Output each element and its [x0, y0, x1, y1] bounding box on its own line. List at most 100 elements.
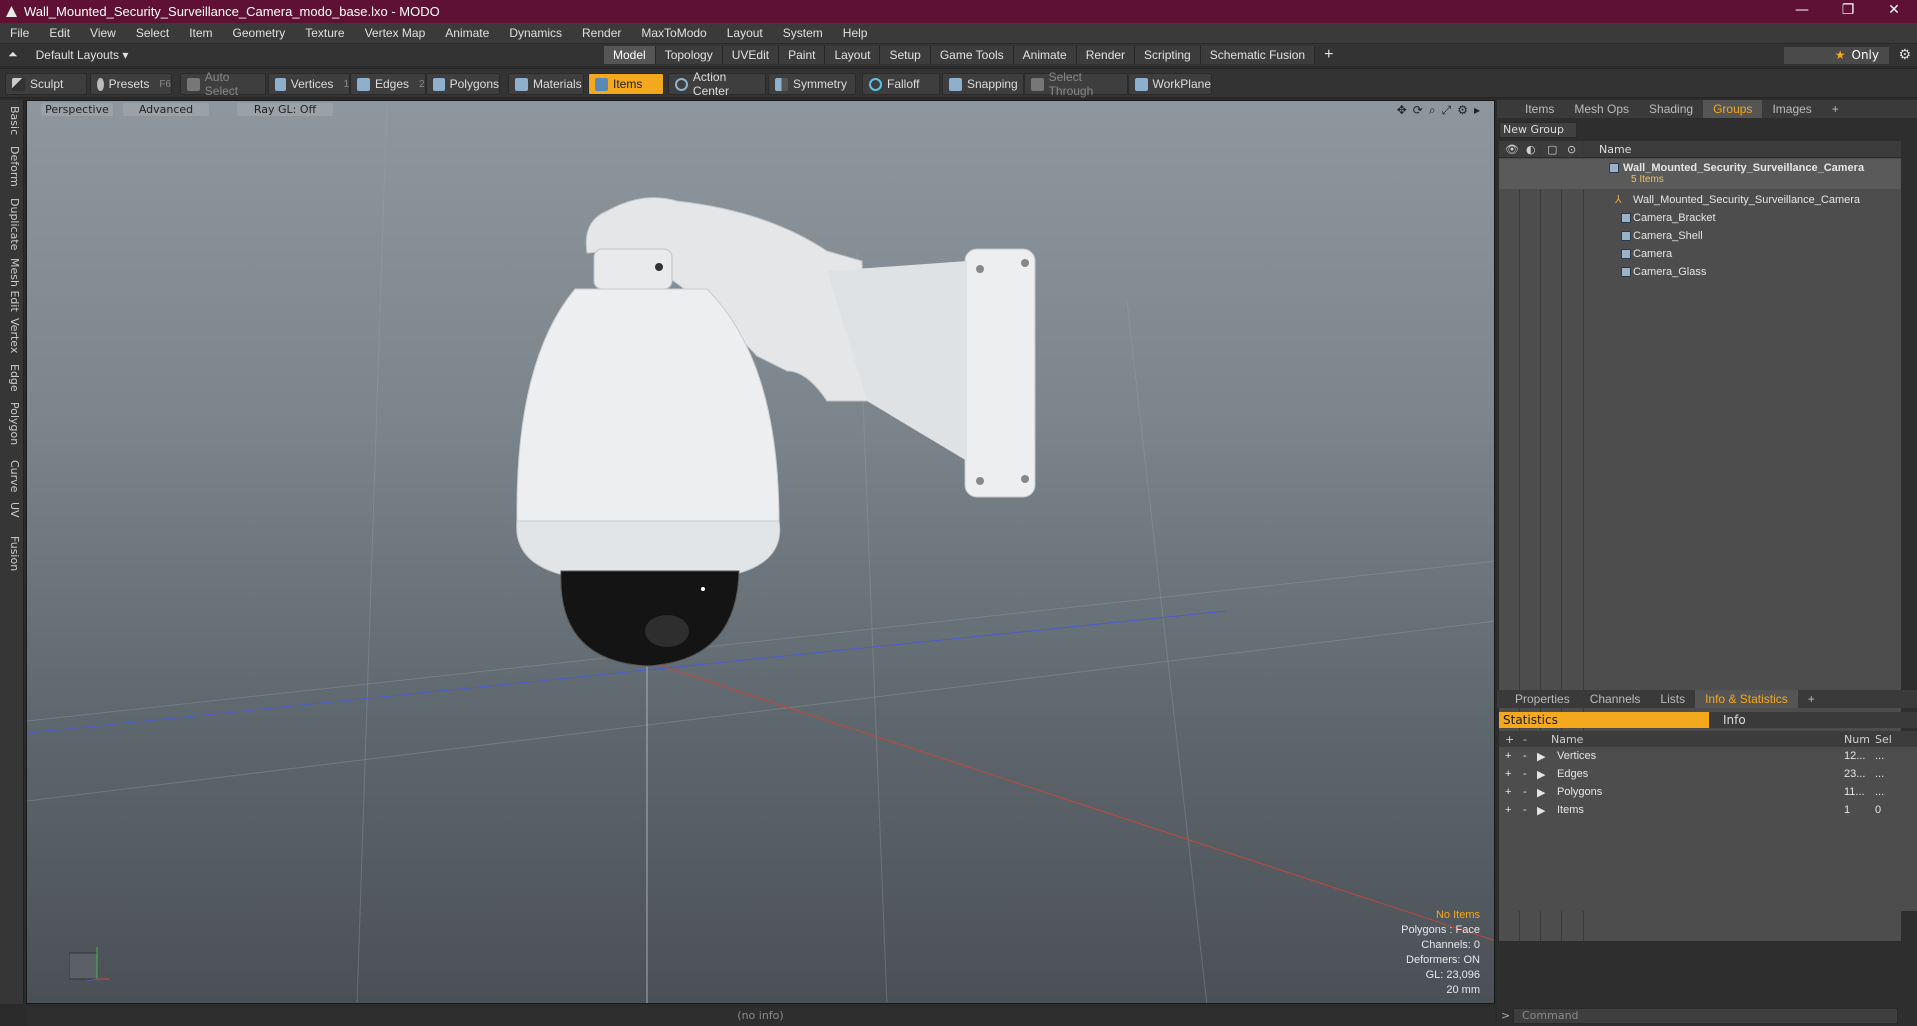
- vtab-polygon[interactable]: Polygon: [3, 402, 21, 445]
- tab-topology[interactable]: Topology: [655, 46, 723, 64]
- vtab-deform[interactable]: Deform: [3, 146, 21, 187]
- menu-render[interactable]: Render: [572, 26, 631, 40]
- 3d-viewport[interactable]: Perspective Advanced Ray GL: Off ✥ ⟳ ⌕ ⤢…: [26, 100, 1495, 1004]
- maximize-button[interactable]: ❐: [1825, 0, 1871, 23]
- add-icon[interactable]: +: [1505, 786, 1511, 798]
- edges-button[interactable]: Edges 2: [350, 73, 426, 95]
- fit-view-icon[interactable]: ⤢: [1442, 103, 1452, 118]
- vtab-basic[interactable]: Basic: [3, 106, 21, 135]
- vtab-duplicate[interactable]: Duplicate: [3, 198, 21, 250]
- menu-texture[interactable]: Texture: [295, 26, 354, 40]
- close-button[interactable]: ✕: [1871, 0, 1917, 23]
- add-tab-button[interactable]: +: [1315, 46, 1342, 64]
- add-icon[interactable]: +: [1505, 768, 1511, 780]
- tree-row-camera[interactable]: Camera: [1499, 245, 1901, 263]
- rotate-view-icon[interactable]: ⟳: [1413, 103, 1423, 118]
- menu-layout[interactable]: Layout: [717, 26, 773, 40]
- stat-row-vertices[interactable]: + - ▶ Vertices 12... ...: [1499, 748, 1917, 766]
- tab-animate[interactable]: Animate: [1013, 46, 1077, 64]
- tab-images[interactable]: Images: [1762, 100, 1821, 118]
- visibility-icon[interactable]: 👁: [1505, 143, 1519, 156]
- remove-icon[interactable]: -: [1523, 804, 1527, 816]
- vertices-button[interactable]: Vertices 1: [268, 73, 350, 95]
- falloff-button[interactable]: Falloff: [862, 73, 940, 95]
- collapse-icon[interactable]: ⏶: [8, 47, 18, 62]
- tree-row-locator[interactable]: ⅄ Wall_Mounted_Security_Surveillance_Cam…: [1499, 191, 1901, 209]
- tab-info-statistics[interactable]: Info & Statistics: [1695, 690, 1798, 708]
- lock-icon[interactable]: ▢: [1547, 143, 1557, 156]
- add-icon[interactable]: +: [1505, 804, 1511, 816]
- stat-row-items[interactable]: + - ▶ Items 1 0: [1499, 802, 1917, 820]
- materials-button[interactable]: Materials: [508, 73, 584, 95]
- remove-icon[interactable]: -: [1523, 768, 1527, 780]
- expand-icon[interactable]: ▶: [1537, 750, 1545, 763]
- tree-row-root[interactable]: Wall_Mounted_Security_Surveillance_Camer…: [1499, 159, 1901, 189]
- menu-vertex-map[interactable]: Vertex Map: [355, 26, 436, 40]
- stat-row-edges[interactable]: + - ▶ Edges 23... ...: [1499, 766, 1917, 784]
- menu-geometry[interactable]: Geometry: [223, 26, 296, 40]
- gear-icon[interactable]: ⚙: [1898, 47, 1911, 63]
- tab-game-tools[interactable]: Game Tools: [930, 46, 1014, 64]
- tab-setup[interactable]: Setup: [880, 46, 931, 64]
- remove-icon[interactable]: -: [1523, 786, 1527, 798]
- sculpt-button[interactable]: Sculpt: [5, 73, 87, 95]
- action-center-button[interactable]: Action Center: [668, 70, 766, 98]
- command-input[interactable]: Command: [1513, 1008, 1898, 1024]
- move-view-icon[interactable]: ✥: [1397, 103, 1407, 118]
- remove-stat-icon[interactable]: -: [1523, 733, 1527, 746]
- items-button[interactable]: Items: [588, 73, 664, 95]
- menu-edit[interactable]: Edit: [39, 26, 80, 40]
- new-group-button[interactable]: New Group: [1499, 122, 1577, 138]
- tree-row-camera-shell[interactable]: Camera_Shell: [1499, 227, 1901, 245]
- viewport-gear-icon[interactable]: ⚙: [1457, 103, 1468, 118]
- presets-button[interactable]: Presets F6: [90, 73, 172, 95]
- menu-view[interactable]: View: [80, 26, 126, 40]
- statistics-tab[interactable]: Statistics: [1499, 712, 1709, 728]
- view-mode-button[interactable]: Advanced: [123, 103, 209, 116]
- symmetry-button[interactable]: Symmetry: [768, 73, 856, 95]
- menu-system[interactable]: System: [773, 26, 833, 40]
- expand-icon[interactable]: ▶: [1537, 804, 1545, 817]
- snapping-button[interactable]: Snapping: [942, 73, 1024, 95]
- menu-maxtomodo[interactable]: MaxToModo: [631, 26, 716, 40]
- viewport-menu-icon[interactable]: ▸: [1474, 103, 1480, 118]
- raygl-button[interactable]: Ray GL: Off: [237, 103, 333, 116]
- tab-render[interactable]: Render: [1076, 46, 1136, 64]
- view-perspective-button[interactable]: Perspective: [41, 103, 113, 116]
- tab-shading[interactable]: Shading: [1639, 100, 1703, 118]
- tab-lists[interactable]: Lists: [1650, 690, 1695, 708]
- menu-file[interactable]: File: [0, 26, 39, 40]
- layouts-dropdown[interactable]: Default Layouts ▾: [36, 48, 129, 62]
- tab-layout[interactable]: Layout: [825, 46, 881, 64]
- expand-icon[interactable]: ▶: [1537, 768, 1545, 781]
- vtab-curve[interactable]: Curve: [3, 460, 21, 492]
- vtab-vertex[interactable]: Vertex: [3, 318, 21, 353]
- vtab-mesh-edit[interactable]: Mesh Edit: [3, 258, 21, 312]
- expand-icon[interactable]: ▶: [1537, 786, 1545, 799]
- tree-row-camera-glass[interactable]: Camera_Glass: [1499, 263, 1901, 281]
- tab-properties[interactable]: Properties: [1505, 690, 1580, 708]
- tab-scripting[interactable]: Scripting: [1135, 46, 1201, 64]
- add-icon[interactable]: +: [1505, 750, 1511, 762]
- minimize-button[interactable]: —: [1779, 0, 1825, 23]
- menu-item[interactable]: Item: [179, 26, 222, 40]
- tab-mesh-ops[interactable]: Mesh Ops: [1564, 100, 1639, 118]
- tab-model[interactable]: Model: [604, 46, 656, 64]
- tab-paint[interactable]: Paint: [779, 46, 826, 64]
- remove-icon[interactable]: -: [1523, 750, 1527, 762]
- render-icon[interactable]: ◐: [1526, 143, 1536, 156]
- vtab-uv[interactable]: UV: [3, 502, 21, 518]
- tab-channels[interactable]: Channels: [1580, 690, 1651, 708]
- add-stat-icon[interactable]: +: [1505, 733, 1514, 746]
- tab-items[interactable]: Items: [1515, 100, 1564, 118]
- stat-row-polygons[interactable]: + - ▶ Polygons 11... ...: [1499, 784, 1917, 802]
- zoom-view-icon[interactable]: ⌕: [1429, 103, 1436, 118]
- tab-uvedit[interactable]: UVEdit: [722, 46, 780, 64]
- select-through-button[interactable]: Select Through: [1024, 70, 1128, 98]
- workplane-button[interactable]: WorkPlane: [1128, 73, 1212, 95]
- tab-groups[interactable]: Groups: [1703, 100, 1763, 118]
- select-icon[interactable]: ⊙: [1567, 143, 1576, 156]
- add-bottom-tab-button[interactable]: +: [1798, 690, 1825, 708]
- menu-help[interactable]: Help: [833, 26, 878, 40]
- auto-select-button[interactable]: Auto Select: [180, 70, 266, 98]
